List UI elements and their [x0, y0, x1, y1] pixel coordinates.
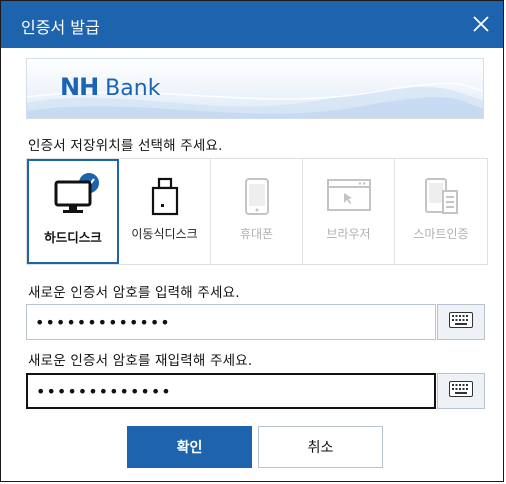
- logo-nh: NH: [60, 73, 99, 101]
- virtual-keyboard-button[interactable]: [437, 304, 485, 340]
- password-input[interactable]: [26, 304, 436, 340]
- location-hard-disk[interactable]: 하드디스크: [27, 159, 119, 264]
- virtual-keyboard-button[interactable]: [437, 373, 485, 409]
- password-confirm-input[interactable]: [26, 373, 436, 409]
- storage-location-selector: 하드디스크 이동식디스크 휴대폰 브라우저 스마트인증: [26, 158, 488, 265]
- close-icon[interactable]: [469, 12, 493, 36]
- usb-drive-icon: [149, 177, 181, 221]
- monitor-icon: [53, 179, 93, 219]
- password-prompt: 새로운 인증서 암호를 입력해 주세요.: [28, 285, 240, 301]
- location-label: 이동식디스크: [131, 227, 198, 241]
- phone-icon: [241, 177, 273, 221]
- browser-icon: [326, 177, 372, 217]
- cancel-button[interactable]: 취소: [258, 426, 383, 468]
- nh-bank-logo: NH Bank: [60, 73, 160, 101]
- title-bar: 인증서 발급: [1, 1, 503, 48]
- dialog-title: 인증서 발급: [21, 18, 100, 37]
- location-label: 브라우저: [326, 227, 371, 241]
- confirm-button[interactable]: 확인: [127, 426, 252, 468]
- location-label: 하드디스크: [44, 230, 102, 245]
- location-browser[interactable]: 브라우저: [303, 159, 395, 264]
- certificate-issue-dialog: 인증서 발급 NH Bank 인증서 저장위치를 선택해 주세요. 하드디스크 …: [0, 0, 504, 482]
- keyboard-icon: [449, 381, 473, 401]
- location-smart-auth[interactable]: 스마트인증: [395, 159, 487, 264]
- location-label: 스마트인증: [413, 227, 469, 241]
- password-row: [26, 304, 485, 340]
- bank-banner: NH Bank: [26, 58, 484, 119]
- keyboard-icon: [449, 312, 473, 332]
- location-phone[interactable]: 휴대폰: [211, 159, 303, 264]
- smart-auth-icon: [421, 177, 461, 219]
- logo-bank: Bank: [105, 76, 161, 101]
- location-label: 휴대폰: [239, 227, 274, 241]
- location-prompt: 인증서 저장위치를 선택해 주세요.: [28, 138, 223, 154]
- location-removable-disk[interactable]: 이동식디스크: [119, 159, 211, 264]
- password-confirm-row: [26, 373, 485, 409]
- password-confirm-prompt: 새로운 인증서 암호를 재입력해 주세요.: [28, 353, 253, 369]
